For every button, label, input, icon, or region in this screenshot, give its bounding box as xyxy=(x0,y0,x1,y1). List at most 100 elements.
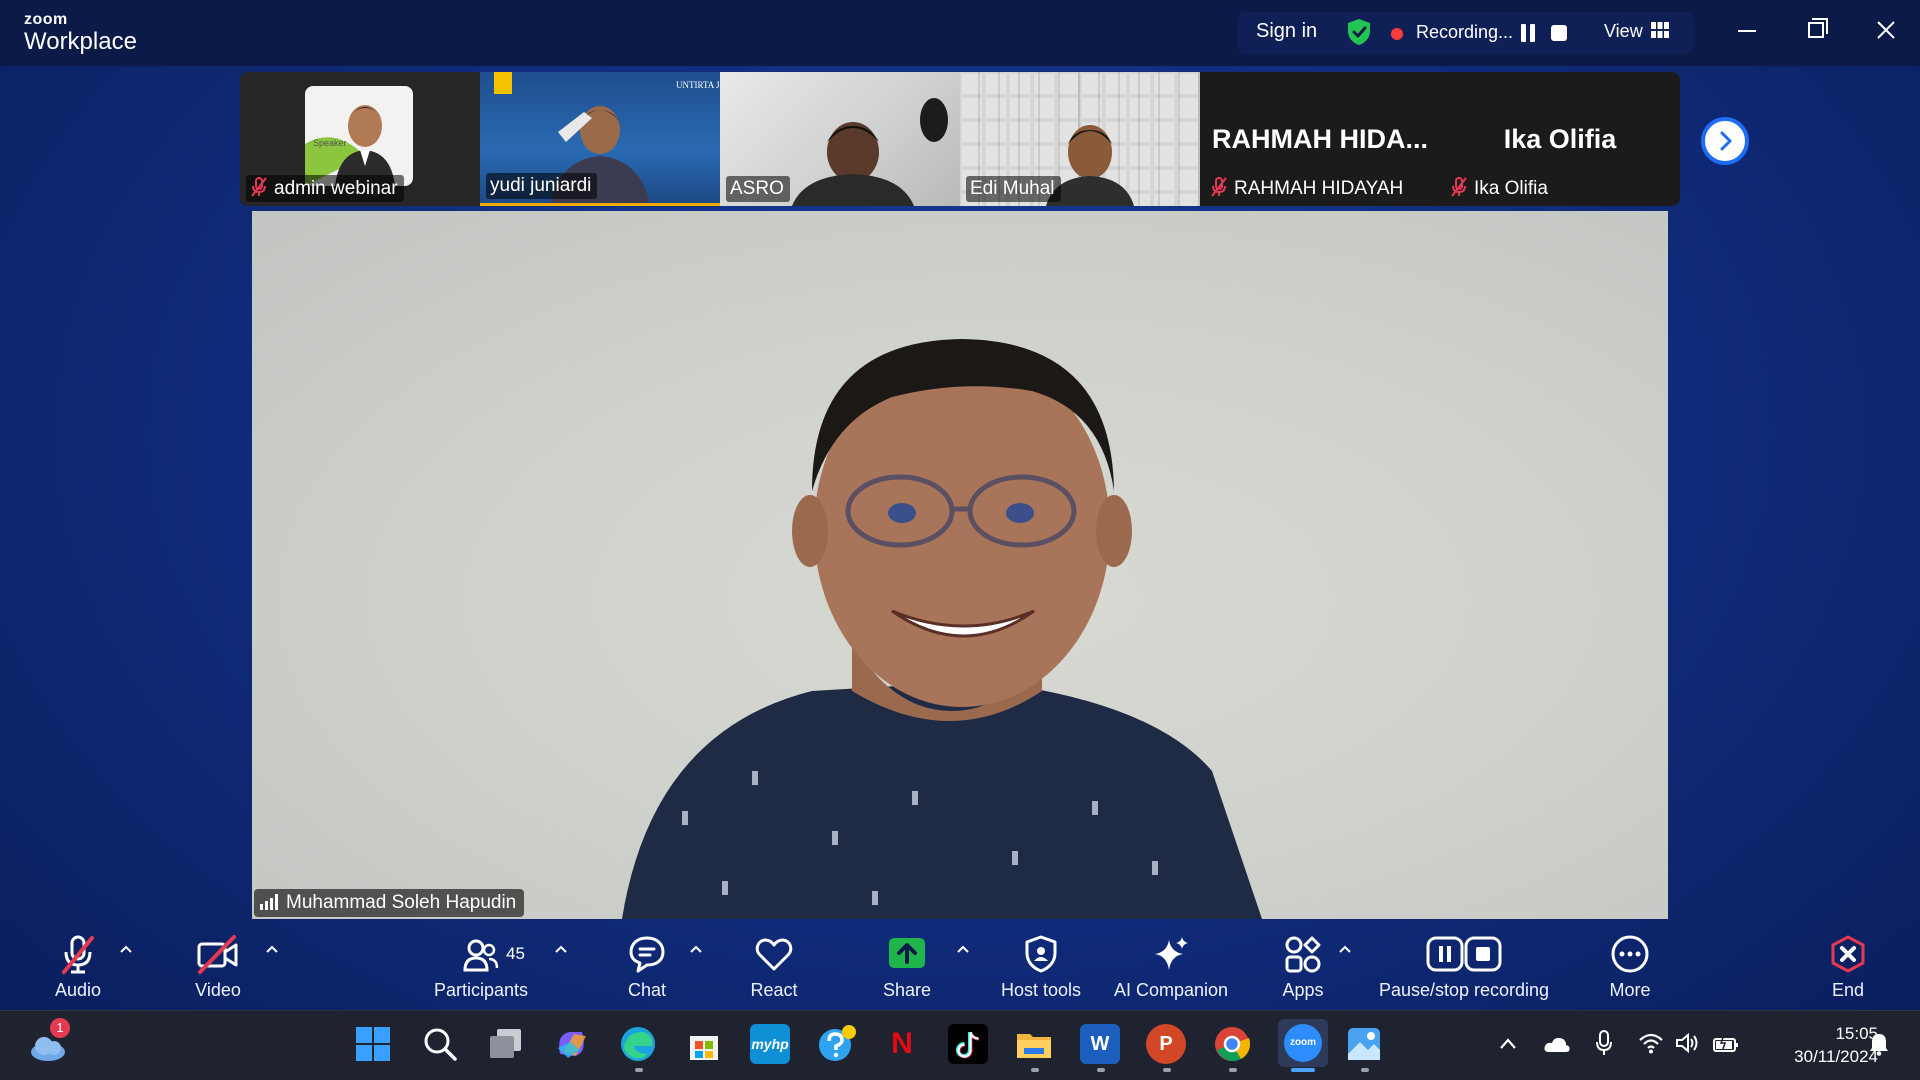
task-view-icon[interactable] xyxy=(486,1024,526,1064)
host-tools-button[interactable]: Host tools xyxy=(991,934,1091,1001)
search-icon[interactable] xyxy=(420,1024,460,1064)
battery-icon[interactable] xyxy=(1712,1034,1740,1054)
powerpoint-icon[interactable]: P xyxy=(1146,1024,1186,1064)
volume-icon[interactable] xyxy=(1675,1032,1701,1054)
microphone-icon[interactable] xyxy=(1595,1030,1613,1056)
video-button[interactable]: Video xyxy=(178,934,258,1001)
chevron-up-icon[interactable] xyxy=(265,944,279,954)
chevron-up-icon[interactable] xyxy=(1498,1034,1518,1054)
react-label: React xyxy=(750,980,798,1000)
restore-icon[interactable] xyxy=(1808,18,1828,38)
pause-icon[interactable] xyxy=(1521,24,1535,42)
audio-label: Audio xyxy=(54,980,102,1000)
gallery-next-button[interactable] xyxy=(1701,117,1749,165)
participants-icon xyxy=(463,939,499,972)
end-call-icon xyxy=(1831,935,1865,973)
logo-workplace-text: Workplace xyxy=(24,28,137,55)
zoom-logo: zoom Workplace xyxy=(24,12,137,54)
zoom-icon[interactable]: zoom xyxy=(1278,1019,1328,1067)
participant-tile[interactable]: Ika Olifia Ika Olifia xyxy=(1440,72,1680,206)
windows-start-icon[interactable] xyxy=(353,1024,393,1064)
netflix-icon[interactable]: N xyxy=(882,1024,922,1064)
running-indicator xyxy=(1163,1068,1171,1072)
shield-check-icon[interactable] xyxy=(1346,18,1372,46)
participant-tile[interactable]: RAHMAH HIDA... RAHMAH HIDAYAH xyxy=(1200,72,1440,206)
copilot-icon[interactable] xyxy=(552,1024,592,1064)
edge-icon[interactable] xyxy=(618,1024,658,1064)
sign-in-link[interactable]: Sign in xyxy=(1256,20,1317,43)
chat-label: Chat xyxy=(627,980,667,1000)
system-clock[interactable]: 15:05 30/11/2024 xyxy=(1758,1022,1878,1068)
share-label: Share xyxy=(882,980,932,1000)
apps-button[interactable]: Apps xyxy=(1263,934,1343,1001)
ai-companion-button[interactable]: AI Companion xyxy=(1106,934,1236,1001)
speaker-portrait xyxy=(622,339,1262,919)
myhp-icon[interactable]: myhp xyxy=(750,1024,790,1064)
active-speaker-name-tag: Muhammad Soleh Hapudin xyxy=(254,889,525,917)
end-button[interactable]: End xyxy=(1808,934,1888,1001)
audio-button[interactable]: Audio xyxy=(38,934,118,1001)
clock-time: 15:05 xyxy=(1835,1024,1878,1043)
participant-tile[interactable]: Edi Muhal xyxy=(960,72,1200,206)
notification-bell-icon[interactable] xyxy=(1868,1032,1890,1056)
participant-tile[interactable]: ASRO xyxy=(720,72,960,206)
word-icon[interactable]: W xyxy=(1080,1024,1120,1064)
running-indicator xyxy=(635,1068,643,1072)
recording-dot-icon xyxy=(1391,28,1403,40)
participant-name-tag: Edi Muhal xyxy=(966,176,1061,202)
chevron-up-icon[interactable] xyxy=(956,944,970,954)
wifi-icon[interactable] xyxy=(1638,1032,1664,1054)
participant-photo: Speaker xyxy=(305,86,413,186)
clock-date: 30/11/2024 xyxy=(1794,1047,1878,1066)
pause-stop-recording-label: Pause/stop recording xyxy=(1378,980,1550,1000)
microsoft-store-icon[interactable] xyxy=(684,1024,724,1064)
participant-display-name: Ika Olifia xyxy=(1503,124,1617,154)
end-label: End xyxy=(1831,980,1865,1000)
participant-name: yudi juniardi xyxy=(490,175,592,196)
onedrive-icon[interactable] xyxy=(1543,1034,1571,1054)
chrome-icon[interactable] xyxy=(1212,1024,1252,1064)
powerpoint-label: P xyxy=(1159,1033,1173,1055)
more-button[interactable]: More xyxy=(1590,934,1670,1001)
react-button[interactable]: React xyxy=(734,934,814,1001)
pause-stop-recording-button[interactable]: Pause/stop recording xyxy=(1369,934,1559,1001)
active-speaker-video[interactable]: Muhammad Soleh Hapudin xyxy=(252,211,1668,919)
logo-zoom-text: zoom xyxy=(24,11,68,28)
share-button[interactable]: Share xyxy=(867,934,947,1001)
chat-button[interactable]: Chat xyxy=(607,934,687,1001)
participant-tile[interactable]: Speaker admin webinar xyxy=(240,72,480,206)
weather-widget[interactable]: 1 xyxy=(28,1018,70,1064)
participants-button[interactable]: 45 Participants xyxy=(425,934,537,1001)
participant-name: Edi Muhal xyxy=(970,178,1055,199)
active-indicator xyxy=(1291,1068,1315,1072)
stop-icon[interactable] xyxy=(1551,25,1567,41)
running-indicator xyxy=(1229,1068,1237,1072)
minimize-icon[interactable] xyxy=(1738,30,1756,32)
university-badge-text: UNTIRTA Jawara xyxy=(676,80,720,90)
tiktok-icon[interactable] xyxy=(948,1024,988,1064)
chevron-up-icon[interactable] xyxy=(554,944,568,954)
word-label: W xyxy=(1090,1033,1110,1055)
video-label: Video xyxy=(195,980,241,1000)
view-button[interactable]: View xyxy=(1604,21,1643,42)
participant-tile[interactable]: UNTIRTA Jawara yudi juniardi xyxy=(480,72,720,206)
recording-status: Recording... xyxy=(1416,22,1514,42)
grid-icon[interactable] xyxy=(1651,22,1669,38)
participant-name-tag: yudi juniardi xyxy=(486,173,598,199)
microphone-muted-icon xyxy=(62,935,94,974)
mic-muted-icon xyxy=(1451,177,1467,197)
file-explorer-icon[interactable] xyxy=(1014,1024,1054,1064)
chevron-up-icon[interactable] xyxy=(689,944,703,954)
photos-icon[interactable] xyxy=(1344,1024,1384,1064)
chevron-up-icon[interactable] xyxy=(1338,944,1352,954)
participant-name: Ika Olifia xyxy=(1474,178,1548,199)
myhp-label: myhp xyxy=(751,1036,789,1052)
participant-name: admin webinar xyxy=(274,178,398,199)
signal-bars-icon xyxy=(260,894,278,910)
host-tools-label: Host tools xyxy=(1000,980,1082,1000)
participant-display-name: RAHMAH HIDA... xyxy=(1212,124,1428,154)
close-icon[interactable] xyxy=(1874,18,1898,42)
more-icon xyxy=(1611,935,1649,973)
get-help-icon[interactable] xyxy=(816,1024,856,1064)
chevron-up-icon[interactable] xyxy=(119,944,133,954)
